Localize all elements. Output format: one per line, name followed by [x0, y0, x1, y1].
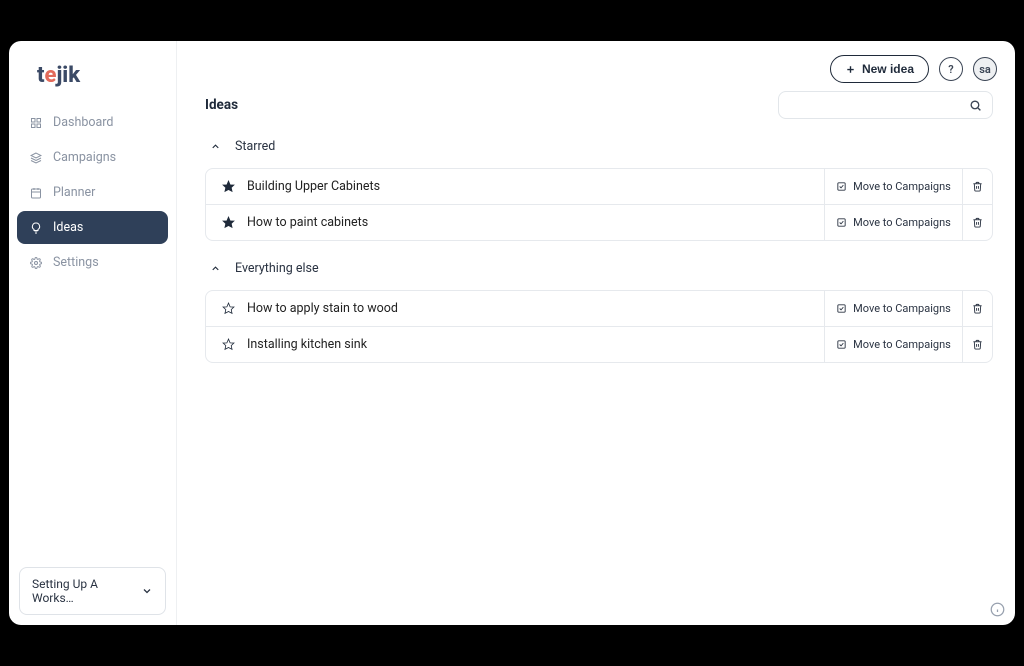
- topbar: New idea ? sa: [177, 41, 1015, 83]
- page-title: Ideas: [205, 97, 238, 113]
- idea-cell-main[interactable]: Installing kitchen sink: [206, 327, 824, 362]
- logo: tejik: [9, 53, 176, 106]
- idea-row: Installing kitchen sink Move to Campaign…: [206, 326, 992, 362]
- move-icon: [836, 303, 847, 314]
- move-label: Move to Campaigns: [853, 180, 951, 193]
- star-icon[interactable]: [222, 216, 235, 229]
- sidebar-nav: Dashboard Campaigns Planner Ideas: [9, 106, 176, 279]
- group-header-starred: Starred: [205, 133, 993, 160]
- avatar[interactable]: sa: [973, 57, 997, 81]
- move-icon: [836, 181, 847, 192]
- workspace-selector[interactable]: Setting Up A Works…: [19, 567, 166, 615]
- move-label: Move to Campaigns: [853, 216, 951, 229]
- group-title: Starred: [235, 139, 275, 154]
- idea-title: How to apply stain to wood: [247, 301, 398, 316]
- sidebar-item-label: Ideas: [53, 220, 83, 235]
- group-title: Everything else: [235, 261, 319, 276]
- idea-table-starred: Building Upper Cabinets Move to Campaign…: [205, 168, 993, 241]
- idea-row: How to paint cabinets Move to Campaigns: [206, 204, 992, 240]
- move-to-campaigns-button[interactable]: Move to Campaigns: [824, 169, 962, 204]
- dashboard-icon: [29, 116, 43, 130]
- sidebar-item-ideas[interactable]: Ideas: [17, 211, 168, 244]
- move-label: Move to Campaigns: [853, 338, 951, 351]
- move-label: Move to Campaigns: [853, 302, 951, 315]
- search-icon: [969, 99, 982, 112]
- chevron-down-icon: [141, 585, 153, 597]
- idea-row: Building Upper Cabinets Move to Campaign…: [206, 169, 992, 204]
- idea-table-everything-else: How to apply stain to wood Move to Campa…: [205, 290, 993, 363]
- idea-cell-main[interactable]: How to paint cabinets: [206, 205, 824, 240]
- calendar-icon: [29, 186, 43, 200]
- idea-title: How to paint cabinets: [247, 215, 368, 230]
- help-icon: ?: [948, 63, 953, 76]
- move-to-campaigns-button[interactable]: Move to Campaigns: [824, 327, 962, 362]
- delete-button[interactable]: [962, 205, 992, 240]
- idea-row: How to apply stain to wood Move to Campa…: [206, 291, 992, 326]
- gear-icon: [29, 256, 43, 270]
- sidebar-item-campaigns[interactable]: Campaigns: [17, 141, 168, 174]
- plus-icon: [845, 64, 856, 75]
- move-to-campaigns-button[interactable]: Move to Campaigns: [824, 291, 962, 326]
- idea-title: Installing kitchen sink: [247, 337, 367, 352]
- sidebar-item-label: Campaigns: [53, 150, 116, 165]
- search-input[interactable]: [789, 98, 969, 112]
- sidebar-item-label: Settings: [53, 255, 99, 270]
- content-header: Ideas: [205, 91, 993, 119]
- star-outline-icon[interactable]: [222, 302, 235, 315]
- new-idea-button[interactable]: New idea: [830, 55, 929, 83]
- trash-icon: [972, 217, 983, 228]
- search-box[interactable]: [778, 91, 993, 119]
- lightbulb-icon: [29, 221, 43, 235]
- group-header-everything-else: Everything else: [205, 255, 993, 282]
- content: Ideas Starred: [177, 83, 1015, 377]
- chevron-up-icon[interactable]: [209, 141, 221, 153]
- help-button[interactable]: ?: [939, 57, 963, 81]
- delete-button[interactable]: [962, 169, 992, 204]
- workspace-label: Setting Up A Works…: [32, 577, 141, 605]
- trash-icon: [972, 339, 983, 350]
- main: New idea ? sa Ideas: [177, 41, 1015, 625]
- campaigns-icon: [29, 151, 43, 165]
- chevron-up-icon[interactable]: [209, 263, 221, 275]
- sidebar-item-label: Dashboard: [53, 115, 113, 130]
- move-icon: [836, 339, 847, 350]
- avatar-initials: sa: [979, 63, 991, 76]
- sidebar-item-planner[interactable]: Planner: [17, 176, 168, 209]
- sidebar-item-label: Planner: [53, 185, 95, 200]
- sidebar-footer: Setting Up A Works…: [9, 557, 176, 625]
- delete-button[interactable]: [962, 291, 992, 326]
- trash-icon: [972, 303, 983, 314]
- idea-cell-main[interactable]: Building Upper Cabinets: [206, 169, 824, 204]
- idea-cell-main[interactable]: How to apply stain to wood: [206, 291, 824, 326]
- sidebar: tejik Dashboard Campaigns Planner: [9, 41, 177, 625]
- sidebar-item-dashboard[interactable]: Dashboard: [17, 106, 168, 139]
- star-icon[interactable]: [222, 180, 235, 193]
- move-to-campaigns-button[interactable]: Move to Campaigns: [824, 205, 962, 240]
- idea-title: Building Upper Cabinets: [247, 179, 380, 194]
- delete-button[interactable]: [962, 327, 992, 362]
- trash-icon: [972, 181, 983, 192]
- app-frame: tejik Dashboard Campaigns Planner: [9, 41, 1015, 625]
- star-outline-icon[interactable]: [222, 338, 235, 351]
- sidebar-item-settings[interactable]: Settings: [17, 246, 168, 279]
- move-icon: [836, 217, 847, 228]
- new-idea-label: New idea: [862, 62, 914, 76]
- info-button[interactable]: [990, 602, 1005, 617]
